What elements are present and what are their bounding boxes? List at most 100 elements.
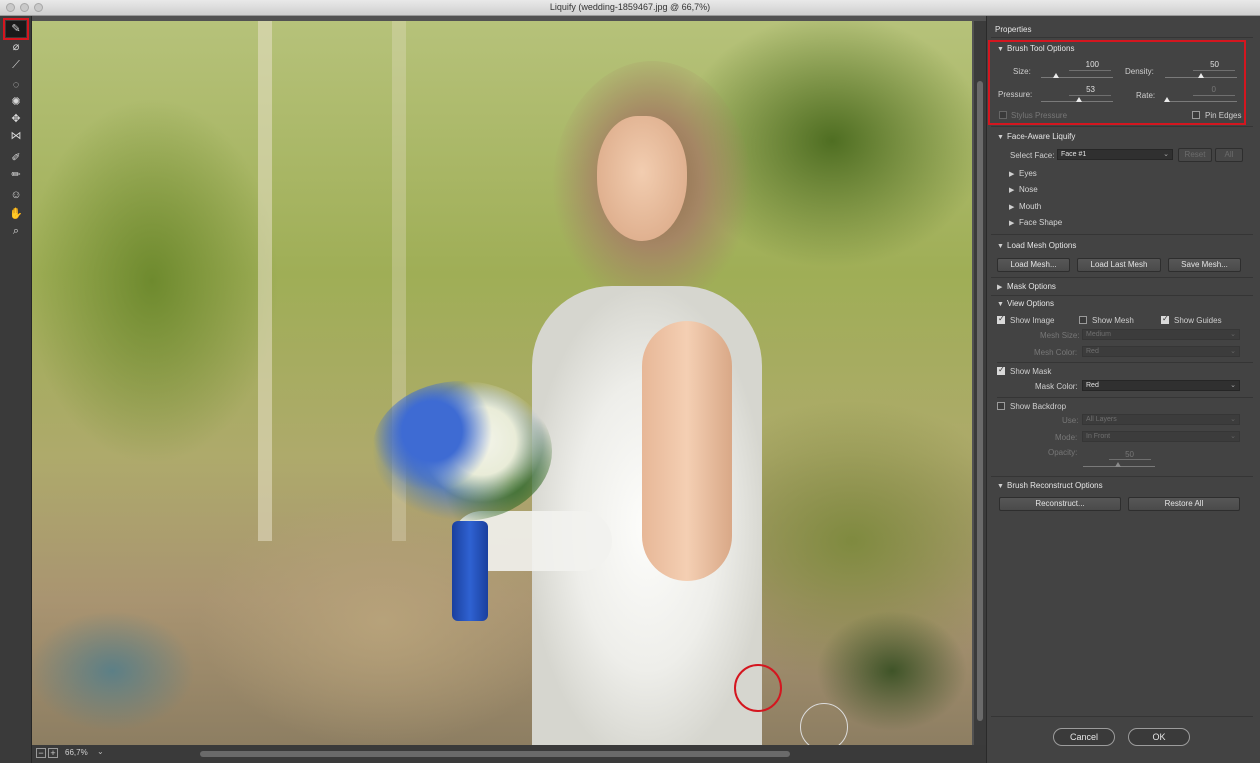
use-dropdown[interactable]: All Layers ⌄ xyxy=(1082,414,1240,425)
panel-title: Properties xyxy=(995,25,1032,34)
zoom-tool-icon[interactable]: ⌕ xyxy=(6,223,26,239)
properties-panel: Properties ▼ Brush Tool Options Size: 100… xyxy=(986,16,1260,763)
ok-button[interactable]: OK xyxy=(1128,728,1190,746)
triangle-right-icon: ▶ xyxy=(997,284,1003,291)
section-face-aware-liquify[interactable]: ▼ Face-Aware Liquify xyxy=(997,132,1075,141)
bride-face xyxy=(597,116,687,241)
status-bar: − + 66,7% ⌄ xyxy=(32,745,986,763)
bouquet-ribbon xyxy=(452,521,488,621)
chevron-down-icon[interactable]: ⌄ xyxy=(97,747,104,756)
bride-arm xyxy=(642,321,732,581)
save-mesh-button[interactable]: Save Mesh... xyxy=(1168,258,1241,272)
divider xyxy=(997,362,1253,363)
freeze-mask-tool-icon[interactable]: ✐ xyxy=(6,150,26,166)
chevron-down-icon: ⌄ xyxy=(1230,348,1236,355)
use-label: Use: xyxy=(1062,416,1079,425)
mask-color-value: Red xyxy=(1086,382,1099,389)
canvas-area[interactable] xyxy=(32,16,986,745)
load-mesh-button[interactable]: Load Mesh... xyxy=(997,258,1070,272)
show-mesh-checkbox[interactable] xyxy=(1079,316,1087,324)
vertical-scroll-thumb[interactable] xyxy=(977,81,983,721)
restore-all-button[interactable]: Restore All xyxy=(1128,497,1240,511)
load-last-mesh-button[interactable]: Load Last Mesh xyxy=(1077,258,1161,272)
triangle-down-icon: ▼ xyxy=(997,483,1004,490)
all-button[interactable]: All xyxy=(1215,148,1243,162)
mesh-size-label: Mesh Size: xyxy=(1040,331,1080,340)
mask-color-dropdown[interactable]: Red ⌄ xyxy=(1082,380,1240,391)
annotation-circle xyxy=(734,664,782,712)
show-guides-checkbox[interactable] xyxy=(1161,314,1169,324)
reconstruct-tool-icon[interactable]: ⌀ xyxy=(6,39,26,55)
cancel-button[interactable]: Cancel xyxy=(1053,728,1115,746)
show-mask-checkbox[interactable] xyxy=(997,365,1005,375)
face-item-face-shape[interactable]: ▶ Face Shape xyxy=(1009,218,1062,227)
divider xyxy=(991,37,1253,38)
triangle-down-icon: ▼ xyxy=(997,134,1004,141)
show-mask-label: Show Mask xyxy=(1010,367,1052,376)
face-tool-icon[interactable]: ☺ xyxy=(6,187,26,203)
zoom-level[interactable]: 66,7% xyxy=(65,748,88,757)
chevron-down-icon: ⌄ xyxy=(1230,433,1236,440)
select-face-dropdown[interactable]: Face #1 ⌄ xyxy=(1057,149,1173,160)
section-view-options[interactable]: ▼ View Options xyxy=(997,299,1054,308)
show-image-label: Show Image xyxy=(1010,316,1055,325)
vertical-scrollbar[interactable] xyxy=(974,21,986,745)
triangle-right-icon: ▶ xyxy=(1009,220,1015,227)
opacity-value-underline xyxy=(1109,459,1151,460)
section-mask-options[interactable]: ▶ Mask Options xyxy=(997,282,1056,291)
divider xyxy=(997,397,1253,398)
triangle-down-icon: ▼ xyxy=(997,301,1004,308)
background-tree xyxy=(258,21,272,541)
mode-label: Mode: xyxy=(1055,433,1078,442)
zoom-out-button[interactable]: − xyxy=(36,748,46,758)
hand-tool-icon[interactable]: ✋ xyxy=(6,206,26,222)
select-face-label: Select Face: xyxy=(1010,151,1055,160)
push-left-tool-icon[interactable]: ⋈ xyxy=(6,128,26,144)
show-guides-label: Show Guides xyxy=(1174,316,1222,325)
forward-warp-tool-icon[interactable]: ✎ xyxy=(6,21,26,37)
bloat-tool-icon[interactable]: ✥ xyxy=(6,111,26,127)
mesh-size-dropdown[interactable]: Medium ⌄ xyxy=(1082,329,1240,340)
opacity-value[interactable]: 50 xyxy=(1104,450,1134,459)
triangle-down-icon: ▼ xyxy=(997,243,1004,250)
section-brush-reconstruct-options[interactable]: ▼ Brush Reconstruct Options xyxy=(997,481,1103,490)
mesh-color-value: Red xyxy=(1086,348,1099,355)
preview-image[interactable] xyxy=(32,21,972,745)
window-title: Liquify (wedding-1859467.jpg @ 66,7%) xyxy=(549,2,711,12)
smooth-tool-icon[interactable]: ⟋ xyxy=(6,57,26,73)
annotation-highlight xyxy=(988,40,1246,125)
use-value: All Layers xyxy=(1086,416,1117,423)
divider xyxy=(991,716,1253,717)
chevron-down-icon: ⌄ xyxy=(1163,151,1169,158)
opacity-slider-thumb[interactable] xyxy=(1115,462,1121,467)
triangle-right-icon: ▶ xyxy=(1009,204,1015,211)
horizontal-scroll-thumb[interactable] xyxy=(200,751,790,757)
zoom-in-button[interactable]: + xyxy=(48,748,58,758)
chevron-down-icon: ⌄ xyxy=(1230,331,1236,338)
section-load-mesh-options[interactable]: ▼ Load Mesh Options xyxy=(997,241,1076,250)
brush-cursor xyxy=(800,703,848,745)
thaw-mask-tool-icon[interactable]: ✏ xyxy=(6,167,26,183)
show-image-checkbox[interactable] xyxy=(997,314,1005,324)
twirl-tool-icon[interactable]: ◌ xyxy=(6,77,26,93)
mask-color-label: Mask Color: xyxy=(1035,382,1078,391)
reconstruct-button[interactable]: Reconstruct... xyxy=(999,497,1121,511)
divider xyxy=(991,295,1253,296)
bouquet xyxy=(372,381,552,521)
chevron-down-icon: ⌄ xyxy=(1230,382,1236,389)
mode-value: In Front xyxy=(1086,433,1111,440)
face-item-eyes[interactable]: ▶ Eyes xyxy=(1009,169,1037,178)
reset-button[interactable]: Reset xyxy=(1178,148,1212,162)
triangle-right-icon: ▶ xyxy=(1009,171,1015,178)
mesh-color-dropdown[interactable]: Red ⌄ xyxy=(1082,346,1240,357)
mode-dropdown[interactable]: In Front ⌄ xyxy=(1082,431,1240,442)
face-item-mouth[interactable]: ▶ Mouth xyxy=(1009,202,1041,211)
divider xyxy=(991,277,1253,278)
foreground-plant xyxy=(32,581,232,745)
tool-panel: ✎ ⌀ ⟋ ◌ ✺ ✥ ⋈ ✐ ✏ ☺ ✋ ⌕ xyxy=(0,16,32,763)
show-backdrop-checkbox[interactable] xyxy=(997,402,1005,410)
pucker-tool-icon[interactable]: ✺ xyxy=(6,94,26,110)
face-item-nose[interactable]: ▶ Nose xyxy=(1009,185,1038,194)
show-backdrop-label: Show Backdrop xyxy=(1010,402,1067,411)
triangle-right-icon: ▶ xyxy=(1009,187,1015,194)
